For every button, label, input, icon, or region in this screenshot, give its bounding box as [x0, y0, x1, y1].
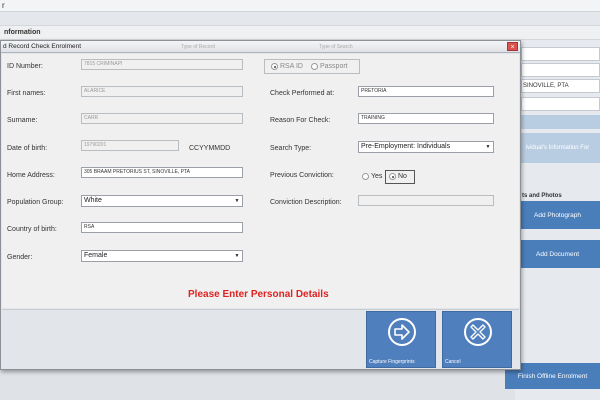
chevron-down-icon[interactable]: ▼	[233, 252, 241, 260]
cancel-button[interactable]: Cancel	[442, 311, 512, 368]
id-number-input[interactable]: 7815 CRIMINAPI	[81, 59, 243, 70]
rsa-id-radio[interactable]: RSA ID	[271, 63, 303, 70]
gender-value: Female	[84, 252, 108, 259]
date-of-birth-label: Date of birth:	[7, 145, 48, 152]
gender-label: Gender:	[7, 254, 33, 261]
country-of-birth-input[interactable]: RSA	[81, 222, 243, 233]
first-names-label: First names:	[7, 90, 46, 97]
arrow-right-icon	[388, 318, 416, 346]
population-group-select[interactable]: White ▼	[81, 195, 243, 207]
conviction-yes-label: Yes	[371, 173, 383, 180]
record-check-enrolment-dialog: d Record Check Enrolment Type of Record …	[0, 40, 521, 370]
add-document-button[interactable]: Add Document	[515, 240, 600, 268]
gender-select[interactable]: Female ▼	[81, 250, 243, 262]
passport-label: Passport	[320, 63, 348, 70]
capture-fingerprints-label: Capture Fingerprints	[369, 359, 415, 365]
radio-unselected-icon	[311, 63, 318, 70]
home-address-label: Home Address:	[7, 172, 55, 179]
dialog-footer: Capture Fingerprints Cancel	[2, 309, 519, 369]
search-type-value: Pre-Employment: Individuals	[361, 143, 451, 150]
conviction-description-label: Conviction Description:	[270, 199, 342, 206]
app-toolbar	[0, 12, 600, 26]
bg-field-1[interactable]	[521, 47, 600, 61]
close-icon	[464, 318, 492, 346]
radio-unselected-icon	[362, 173, 369, 180]
home-address-input[interactable]: 305 BRAAM PRETORIUS ST, SINOVILLE, PTA	[81, 167, 243, 178]
country-of-birth-label: Country of birth:	[7, 226, 57, 233]
conviction-no-label: No	[398, 173, 407, 180]
search-type-select[interactable]: Pre-Employment: Individuals ▼	[358, 141, 494, 153]
bg-address-field[interactable]: SINOVILLE, PTA	[521, 79, 600, 93]
app-title: r	[2, 1, 5, 10]
previous-conviction-label: Previous Conviction:	[270, 172, 334, 179]
id-number-label: ID Number:	[7, 63, 43, 70]
check-performed-at-label: Check Performed at:	[270, 90, 335, 97]
surname-input[interactable]: CARR	[81, 113, 243, 124]
ghost-title-2: Type of Search	[319, 44, 353, 50]
app-title-bar: r	[0, 0, 600, 12]
add-photograph-button[interactable]: Add Photograph	[515, 201, 600, 229]
first-names-input[interactable]: ALARICE	[81, 86, 243, 97]
chevron-down-icon[interactable]: ▼	[233, 197, 241, 205]
date-format-hint: CCYYMMDD	[189, 145, 231, 152]
passport-radio[interactable]: Passport	[311, 63, 348, 70]
reason-for-check-label: Reason For Check:	[270, 117, 331, 124]
surname-label: Surname:	[7, 117, 38, 124]
bg-field-2[interactable]	[521, 63, 600, 77]
section-label: nformation	[4, 29, 41, 36]
form-area: ID Number: 7815 CRIMINAPI First names: A…	[2, 54, 519, 308]
dialog-title-bar: d Record Check Enrolment Type of Record …	[1, 41, 520, 53]
previous-conviction-radio-group: Yes No	[358, 169, 415, 185]
dialog-title: d Record Check Enrolment	[3, 43, 82, 50]
app-section-header	[0, 26, 600, 40]
conviction-yes-radio[interactable]: Yes	[362, 173, 382, 180]
capture-fingerprints-button[interactable]: Capture Fingerprints	[366, 311, 436, 368]
population-group-value: White	[84, 197, 102, 204]
check-performed-at-input[interactable]: PRETORIA	[358, 86, 494, 97]
rsa-id-label: RSA ID	[280, 63, 303, 70]
reason-for-check-input[interactable]: TRAINING	[358, 113, 494, 124]
bg-field-3[interactable]	[521, 97, 600, 111]
bg-pale-button[interactable]	[515, 115, 600, 129]
search-type-label: Search Type:	[270, 145, 312, 152]
validation-message: Please Enter Personal Details	[188, 289, 329, 300]
ghost-title-1: Type of Record	[181, 44, 215, 50]
radio-selected-icon	[389, 173, 396, 180]
photos-label: ts and Photos	[522, 193, 562, 199]
conviction-description-input[interactable]	[358, 195, 494, 206]
cancel-label: Cancel	[445, 359, 461, 365]
close-button[interactable]: ×	[507, 42, 518, 51]
conviction-no-radio[interactable]: No	[389, 173, 407, 180]
population-group-label: Population Group:	[7, 199, 64, 206]
radio-selected-icon	[271, 63, 278, 70]
date-of-birth-input[interactable]: 19790201	[81, 140, 179, 151]
individual-info-button[interactable]: ividual's Information For	[515, 133, 600, 163]
id-type-radio-group: RSA ID Passport	[264, 59, 360, 74]
chevron-down-icon[interactable]: ▼	[484, 143, 492, 151]
